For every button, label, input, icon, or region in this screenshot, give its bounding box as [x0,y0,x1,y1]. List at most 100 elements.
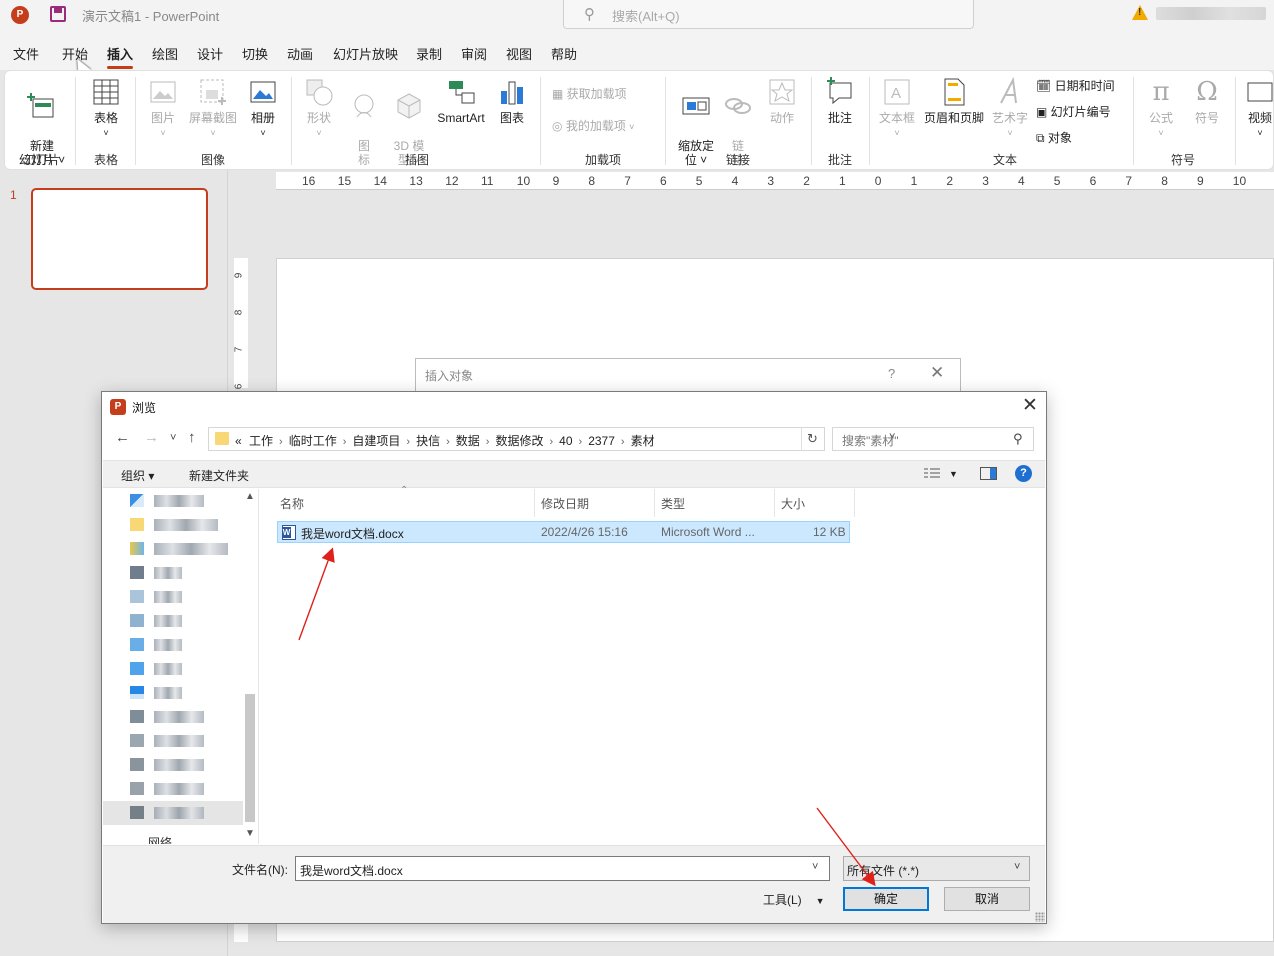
back-arrow-icon[interactable]: ← [115,429,130,446]
file-list[interactable]: ⌃ 名称 修改日期 类型 大小 我是word文档.docx 2022/4/26 … [276,485,1046,844]
breadcrumb-separator-icon[interactable]: › [279,436,283,448]
search-input[interactable]: ⚲ 搜索(Alt+Q) [563,0,974,29]
smartart-label: SmartArt [437,111,485,125]
tab-slideshow[interactable]: 幻灯片放映 [333,44,398,63]
column-header-size[interactable]: 大小 [781,495,805,512]
table-button[interactable]: 表格 ˅ [85,77,127,140]
ok-button[interactable]: 确定 [843,887,929,911]
organize-button[interactable]: 组织 ▾ [121,467,154,484]
action-button[interactable]: 动作 [765,77,799,125]
tab-help[interactable]: 帮助 [551,44,577,63]
slide-number-button[interactable]: ▣ 幻灯片编号 [1036,103,1111,120]
breadcrumb-separator-icon[interactable]: › [549,436,553,448]
new-folder-button[interactable]: 新建文件夹 [189,467,249,484]
breadcrumb-item[interactable]: 素材 [631,434,655,448]
breadcrumb-item[interactable]: 40 [559,434,572,448]
close-icon[interactable]: ✕ [1022,394,1038,417]
comment-button[interactable]: 批注 [821,77,859,125]
save-icon[interactable] [50,6,66,22]
breadcrumb-separator-icon[interactable]: › [446,436,450,448]
view-options-icon[interactable] [923,467,941,481]
tab-review[interactable]: 审阅 [461,44,487,63]
scrollbar-thumb[interactable] [245,694,255,822]
album-button[interactable]: 相册 ˅ [245,77,281,140]
equation-button[interactable]: π 公式 ˅ [1143,77,1179,140]
symbol-button[interactable]: Ω 符号 [1189,77,1225,125]
breadcrumb-item[interactable]: 自建项目 [352,434,400,448]
shapes-button[interactable]: 形状 ˅ [301,77,337,140]
filetype-select[interactable]: 所有文件 (*.*) ˅ [843,856,1030,881]
folder-search-input[interactable]: 搜索"素材" ⚲ [832,427,1034,451]
table-icon [93,79,119,105]
recent-locations-icon[interactable]: ˅ [170,432,176,444]
up-arrow-icon[interactable]: ↑ [188,429,196,446]
breadcrumb-separator-icon[interactable]: › [406,436,410,448]
breadcrumb-item[interactable]: 2377 [588,434,615,448]
smartart-button[interactable]: SmartArt [433,77,489,125]
chart-button[interactable]: 图表 [495,77,529,125]
resize-grip-icon[interactable] [1035,912,1045,922]
column-header-type[interactable]: 类型 [661,495,685,512]
refresh-icon[interactable]: ↻ [801,427,823,451]
breadcrumb-separator-icon[interactable]: › [343,436,347,448]
account-area[interactable] [1156,7,1266,20]
scroll-down-icon[interactable]: ▼ [245,828,255,839]
tab-draw[interactable]: 绘图 [152,44,178,63]
get-addins-button[interactable]: ▦ 获取加载项 [552,85,627,102]
group-illustrations-label: 插图 [404,153,429,167]
tree-scrollbar[interactable]: ▲ ▼ [242,491,258,841]
preview-pane-icon[interactable] [980,467,997,480]
cancel-button[interactable]: 取消 [944,887,1030,911]
tab-record[interactable]: 录制 [416,44,442,63]
breadcrumb-separator-icon[interactable]: › [486,436,490,448]
breadcrumb-item[interactable]: 数据 [456,434,480,448]
slide-number: 1 [10,188,17,202]
breadcrumb-separator-icon[interactable]: › [579,436,583,448]
picture-button[interactable]: 图片 ˅ [145,77,181,140]
tab-design[interactable]: 设计 [197,44,223,63]
chevron-down-icon[interactable]: ˅ [1014,861,1020,873]
warning-icon[interactable] [1132,5,1148,20]
tab-transitions[interactable]: 切换 [242,44,268,63]
textbox-button[interactable]: A 文本框 ˅ [877,77,917,140]
my-addins-button[interactable]: ◎ 我的加载项 ˅ [552,117,634,134]
column-header-modified[interactable]: 修改日期 [541,495,589,512]
folder-search-placeholder: 搜索"素材" [842,434,899,448]
tab-animations[interactable]: 动画 [287,44,313,63]
navigation-tree[interactable]: 网络 ▲ ▼ [103,489,259,844]
breadcrumb-item[interactable]: 数据修改 [495,434,543,448]
tab-file[interactable]: 文件 [13,44,39,63]
wordart-button[interactable]: 艺术字 ˅ [990,77,1030,140]
help-icon[interactable]: ? [1015,465,1032,482]
address-bar[interactable]: « 工作 › 临时工作 › 自建项目 › 抉信 › 数据 › 数据修改 › 40 › 2377 › 素材 ˅ [208,427,895,451]
slide-thumbnail[interactable] [31,188,208,290]
icons-button[interactable]: 图 标 [349,77,379,167]
table-row[interactable]: 我是word文档.docx 2022/4/26 15:16 Microsoft … [277,521,850,543]
column-header-name[interactable]: 名称 [280,495,304,512]
close-icon[interactable]: ✕ [930,363,944,383]
scroll-up-icon[interactable]: ▲ [245,491,255,502]
file-size: 12 KB [813,525,846,539]
filename-field[interactable]: 我是word文档.docx ˅ [295,856,830,881]
breadcrumb-item[interactable]: 临时工作 [289,434,337,448]
chevron-down-icon[interactable]: ˅ [812,861,818,873]
breadcrumb-item[interactable]: 工作 [249,434,273,448]
tree-network-label[interactable]: 网络 [148,834,172,844]
tab-view[interactable]: 视图 [506,44,532,63]
screenshot-button[interactable]: 屏幕截图 ˅ [185,77,241,140]
tools-menu-button[interactable]: 工具(L) ▼ [763,891,825,908]
view-dropdown-icon[interactable]: ▼ [949,469,958,479]
breadcrumb-item[interactable]: 抉信 [416,434,440,448]
ruler-tick-label: 6 [660,174,667,188]
forward-arrow-icon[interactable]: → [144,429,159,446]
breadcrumb-separator-icon[interactable]: › [621,436,625,448]
header-footer-button[interactable]: 页眉和页脚 [922,77,986,125]
search-placeholder: 搜索(Alt+Q) [612,9,680,24]
tab-insert[interactable]: 插入 [107,44,134,69]
folder-icon [215,432,229,445]
date-time-button[interactable]: 🗓 日期和时间 [1036,77,1115,94]
object-button[interactable]: ⧉ 对象 [1036,129,1072,146]
help-button[interactable]: ? [888,366,895,381]
video-button[interactable]: 视频 ˅ [1245,77,1274,140]
address-prefix[interactable]: « [235,434,242,448]
